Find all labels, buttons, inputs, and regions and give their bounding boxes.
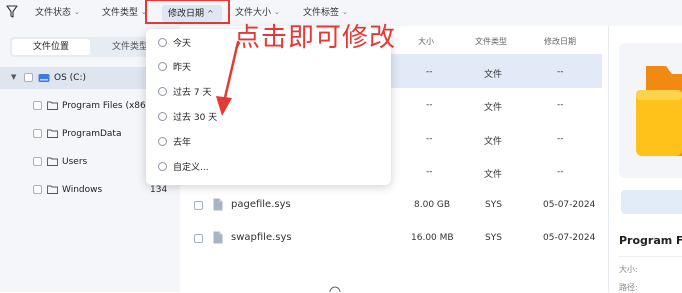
option-label: 去年 [173,138,192,148]
folder-icon [47,185,58,194]
radio-icon[interactable] [158,87,167,96]
cell-name: swapfile.sys [231,232,292,243]
folder-icon [47,101,58,110]
tree-item-label: Users [62,157,88,167]
filter-file-status-label: 文件状态 [35,8,72,18]
checkbox[interactable] [194,201,203,210]
cell-type: SYS [485,233,502,243]
drive-icon [38,74,50,82]
cell-type: 文件 [484,70,503,80]
option-custom[interactable]: 自定义... [158,159,209,177]
tree-item-label: ProgramData [62,129,122,139]
folder-icon [47,129,58,138]
cell-type: SYS [485,200,502,210]
radio-icon[interactable] [158,38,167,47]
cell-date: -- [557,100,564,110]
folder-icon [47,157,58,166]
preview-path-label: 路径: [619,283,638,292]
cell-size: 8.00 GB [414,200,451,210]
checkbox-drive-c[interactable] [24,73,33,82]
highlight-box [145,0,230,24]
tab-file-location[interactable]: 文件位置 [12,39,90,55]
checkbox[interactable] [33,157,42,166]
cell-size: -- [426,167,433,177]
filter-file-status-button[interactable]: 文件状态 ⌄ [35,0,80,26]
option-past-30-days[interactable]: 过去 30 天 [158,109,217,127]
divider [608,26,609,292]
checkbox[interactable] [33,185,42,194]
cell-type: 文件 [484,137,503,147]
option-label: 自定义... [173,163,209,173]
option-label: 今天 [173,39,192,49]
radio-icon[interactable] [158,162,167,171]
cell-name: pagefile.sys [231,199,291,210]
annotation-text: 点击即可修改 [234,23,397,53]
cell-size: -- [426,100,433,110]
scroll-indicator-icon[interactable] [329,285,341,292]
cell-date: -- [557,67,564,77]
column-header-type[interactable]: 文件类型 [475,36,507,47]
option-past-7-days[interactable]: 过去 7 天 [158,84,211,102]
tree-item-label: Program Files (x86) [62,101,150,111]
option-yesterday[interactable]: 昨天 [158,59,191,77]
file-count: 134 [150,185,168,195]
cell-date: 05-07-2024 [543,233,596,243]
file-icon [213,198,223,211]
checkbox[interactable] [33,101,42,110]
tree-item-drive-label: OS (C:) [54,73,86,83]
cell-size: 16.00 MB [411,233,454,243]
cell-size: -- [426,134,433,144]
option-last-year[interactable]: 去年 [158,134,191,152]
option-label: 过去 7 天 [173,88,212,98]
column-header-date[interactable]: 修改日期 [544,36,576,47]
expand-arrow-icon[interactable]: ▼ [11,73,16,81]
tree-item-label: Windows [62,185,103,195]
cell-size: -- [426,67,433,77]
annotation-arrow-icon [216,40,240,116]
radio-icon[interactable] [158,112,167,121]
cell-date: -- [557,167,564,177]
filter-file-type-button[interactable]: 文件类型 ⌄ [102,0,147,26]
filter-file-type-label: 文件类型 [102,8,139,18]
preview-size-label: 大小: [619,265,638,274]
cell-type: 文件 [484,170,503,180]
radio-icon[interactable] [158,137,167,146]
radio-icon[interactable] [158,62,167,71]
column-header-size[interactable]: 大小 [418,36,434,47]
filter-icon[interactable] [6,5,18,19]
option-today[interactable]: 今天 [158,35,191,53]
divider [619,256,682,257]
preview-open-button[interactable] [621,190,682,214]
large-folder-icon [636,66,682,156]
chevron-down-icon: ⌄ [74,8,80,16]
cell-type: 文件 [484,103,503,113]
preview-title: Program Fi [619,234,682,247]
checkbox[interactable] [33,129,42,138]
cell-date: -- [557,134,564,144]
checkbox[interactable] [194,234,203,243]
option-label: 昨天 [173,63,192,73]
cell-date: 05-07-2024 [543,200,596,210]
file-icon [213,231,223,244]
